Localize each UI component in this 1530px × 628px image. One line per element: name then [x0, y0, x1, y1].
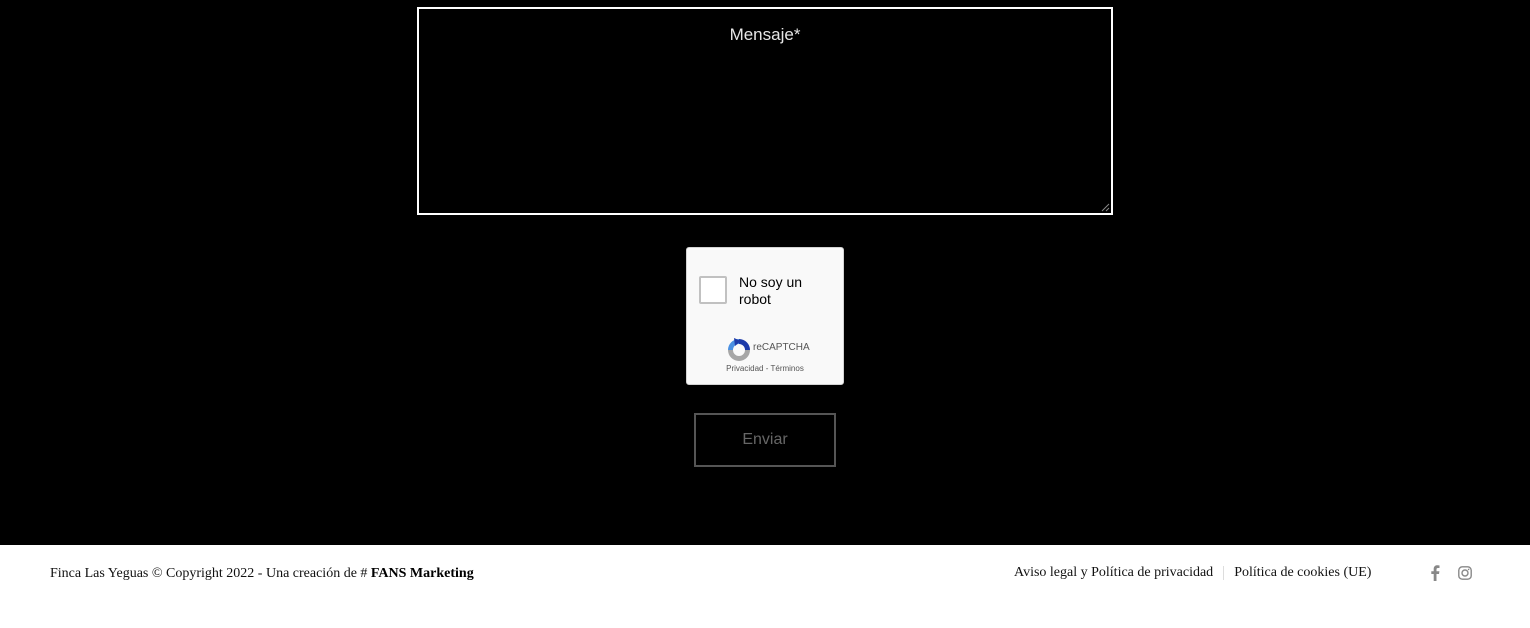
copyright-text: Finca Las Yeguas © Copyright 2022 - Una …	[50, 566, 474, 582]
recaptcha-logo-icon	[728, 338, 750, 361]
footer-nav: Aviso legal y Política de privacidad Pol…	[1014, 563, 1371, 583]
instagram-icon[interactable]	[1455, 563, 1475, 583]
agency-link[interactable]: FANS Marketing	[371, 566, 474, 581]
recaptcha-links: Privacidad - Términos	[687, 364, 843, 373]
contact-form: Mensaje* No soy un robot reCAPTCHA Priva…	[0, 0, 1530, 545]
message-textarea[interactable]: Mensaje*	[417, 7, 1113, 215]
recaptcha-brand: reCAPTCHA	[753, 342, 810, 353]
facebook-icon[interactable]	[1425, 563, 1445, 583]
recaptcha-label: No soy un robot	[739, 274, 803, 307]
message-placeholder: Mensaje*	[729, 25, 801, 44]
cookie-policy-link[interactable]: Política de cookies (UE)	[1234, 565, 1371, 581]
resize-handle-icon[interactable]	[1101, 203, 1110, 212]
copyright-label: Finca Las Yeguas © Copyright 2022 - Una …	[50, 566, 371, 581]
recaptcha-privacy-link[interactable]: Privacidad	[726, 364, 763, 373]
footer-divider	[1223, 566, 1225, 580]
legal-notice-link[interactable]: Aviso legal y Política de privacidad	[1014, 565, 1213, 581]
recaptcha-terms-link[interactable]: Términos	[770, 364, 803, 373]
recaptcha-widget: No soy un robot reCAPTCHA Privacidad - T…	[686, 247, 844, 385]
submit-button[interactable]: Enviar	[694, 413, 836, 467]
site-footer: Finca Las Yeguas © Copyright 2022 - Una …	[0, 545, 1530, 628]
recaptcha-checkbox[interactable]	[699, 276, 727, 304]
